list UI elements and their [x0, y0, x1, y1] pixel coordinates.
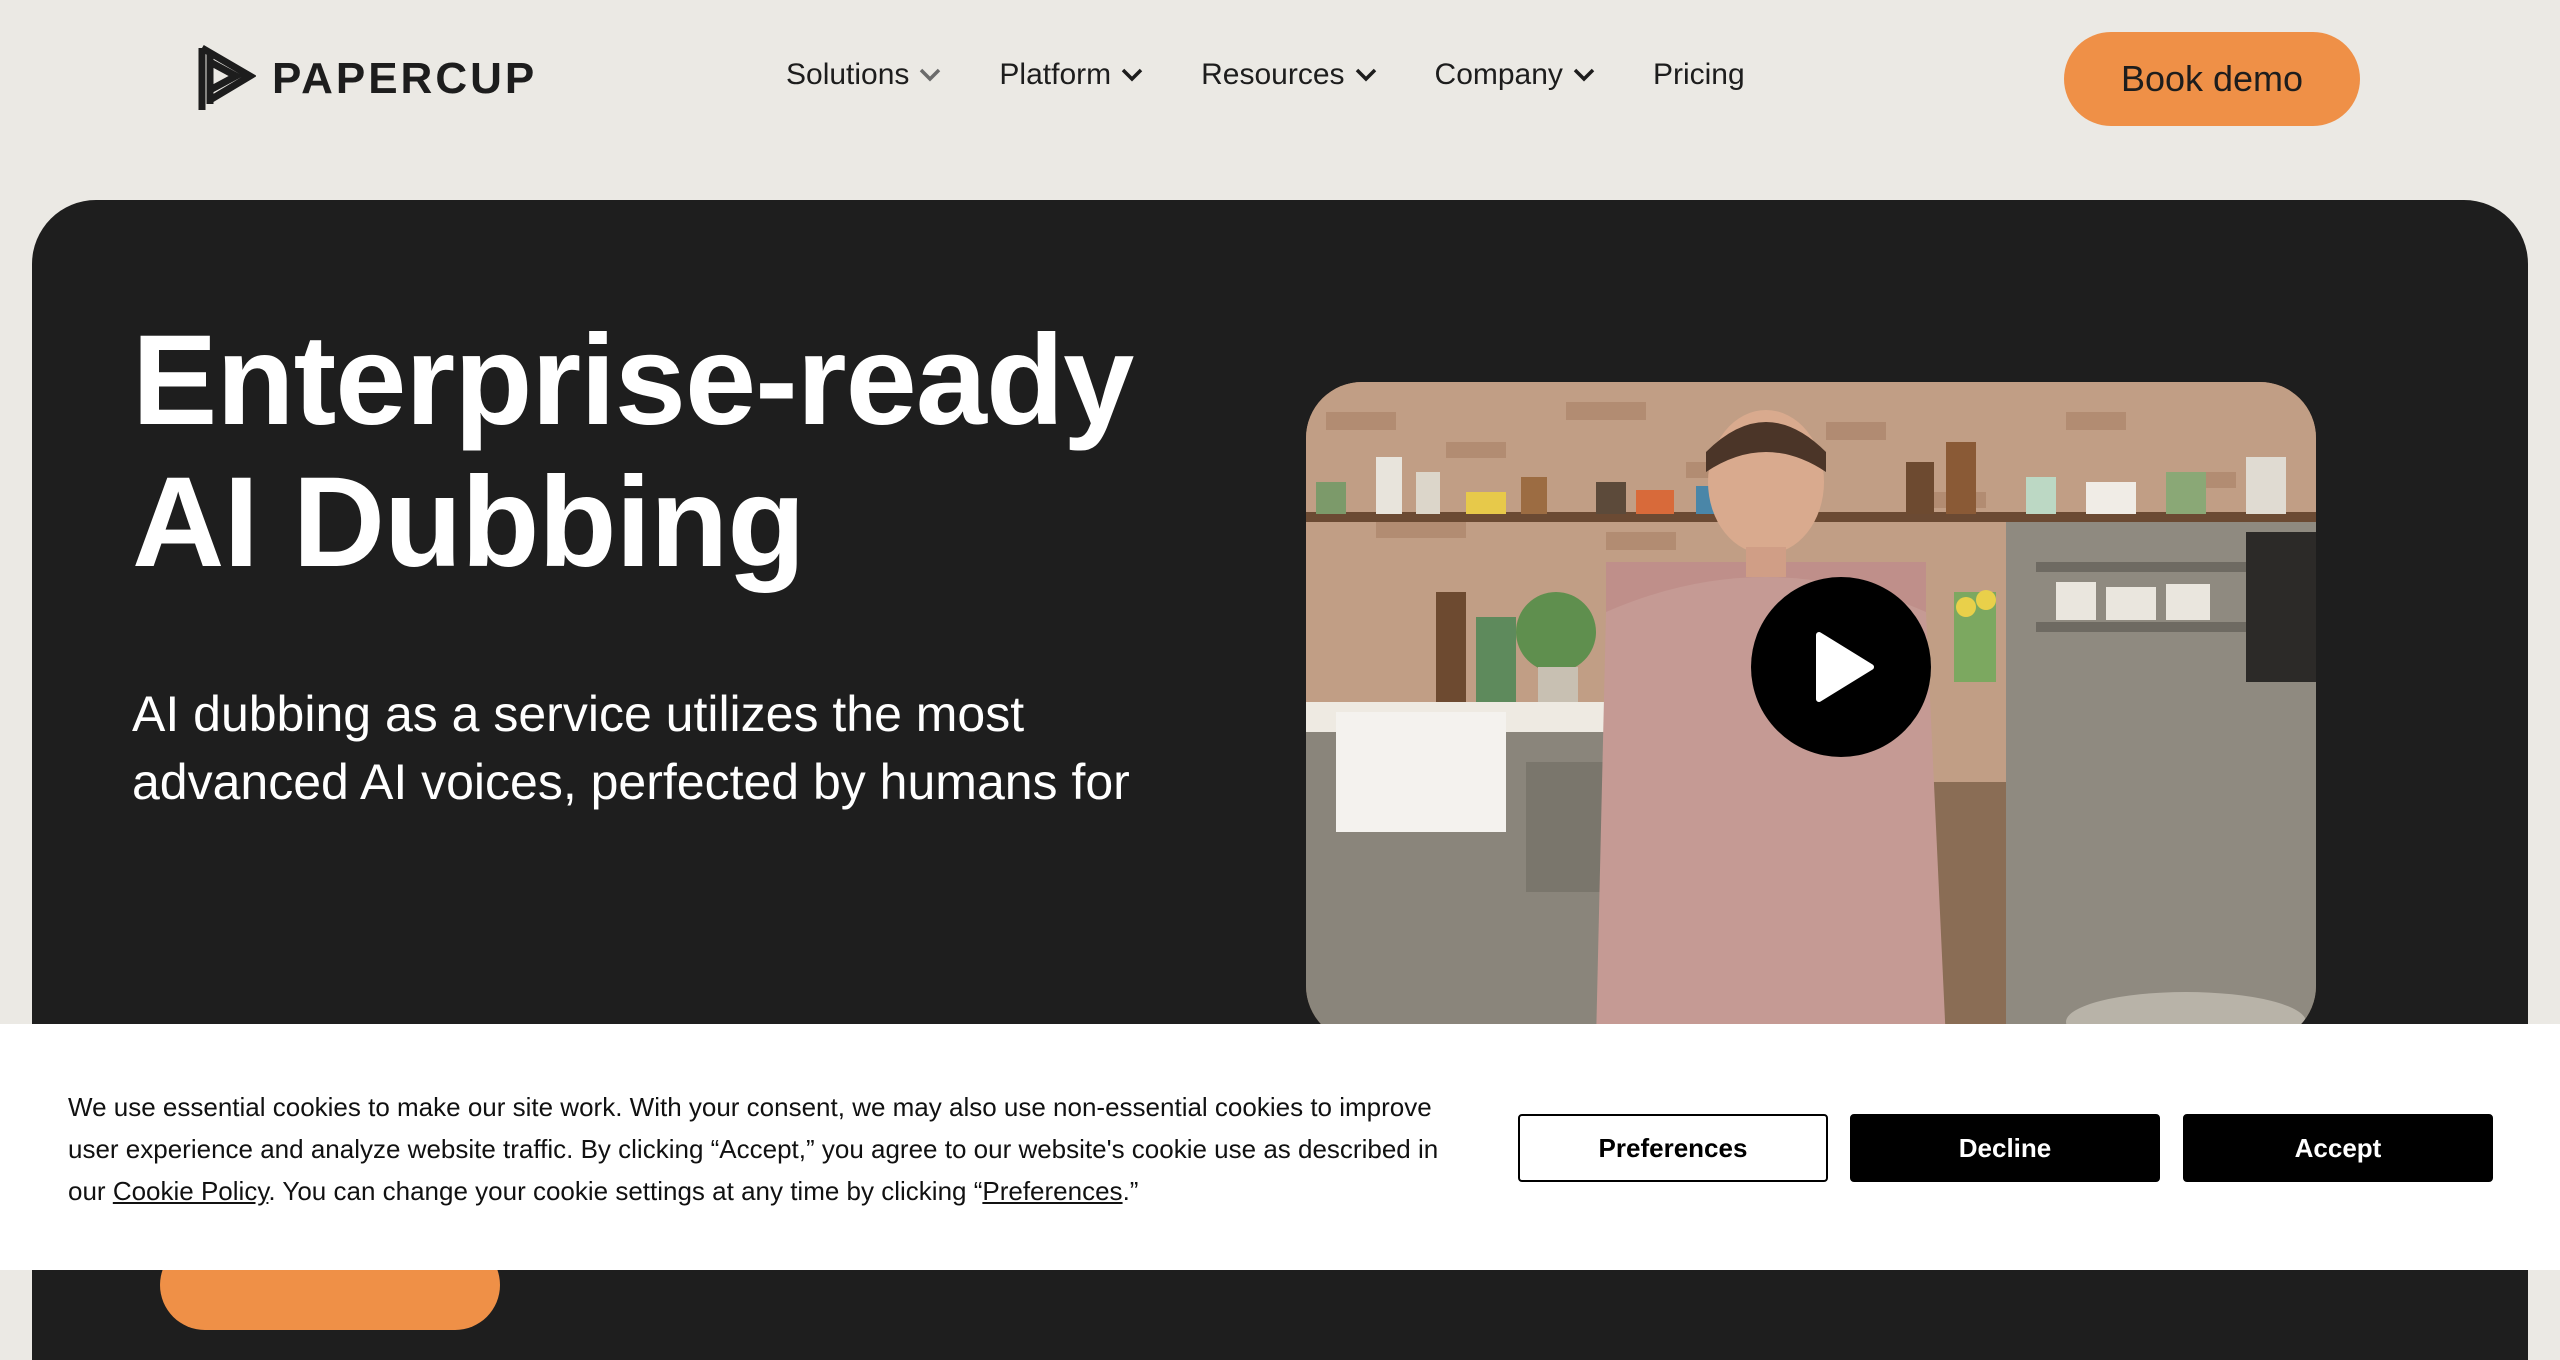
cookie-banner: We use essential cookies to make our sit…	[0, 1024, 2560, 1270]
nav-platform-label: Platform	[999, 58, 1112, 91]
nav-company-label: Company	[1434, 58, 1563, 91]
accept-button[interactable]: Accept	[2183, 1114, 2493, 1182]
papercup-logo[interactable]: PAPERCUP	[198, 44, 537, 114]
hero-video[interactable]	[1306, 382, 2316, 1042]
site-header: PAPERCUP Solutions Platform Resources Co…	[0, 0, 2560, 160]
chevron-down-icon	[1121, 68, 1143, 82]
preferences-link[interactable]: Preferences	[982, 1176, 1122, 1206]
cookie-text-part-2: . You can change your cookie settings at…	[268, 1176, 983, 1206]
papercup-logo-icon	[198, 44, 256, 110]
nav-platform[interactable]: Platform	[999, 58, 1143, 92]
nav-solutions-label: Solutions	[786, 58, 910, 91]
logo-wordmark: PAPERCUP	[272, 54, 538, 103]
chevron-down-icon	[1355, 68, 1376, 82]
play-button[interactable]	[1751, 577, 1931, 757]
decline-button[interactable]: Decline	[1850, 1114, 2160, 1182]
play-icon	[1816, 632, 1874, 702]
cookie-banner-text: We use essential cookies to make our sit…	[68, 1086, 1468, 1212]
book-demo-button[interactable]: Book demo	[2064, 32, 2360, 126]
chevron-down-icon	[1573, 68, 1595, 82]
main-nav: Solutions Platform Resources Company Pri…	[786, 58, 1745, 92]
nav-pricing-label: Pricing	[1652, 58, 1745, 91]
preferences-button[interactable]: Preferences	[1518, 1114, 1828, 1182]
nav-resources[interactable]: Resources	[1201, 58, 1376, 92]
nav-company[interactable]: Company	[1435, 58, 1595, 92]
nav-resources-label: Resources	[1201, 58, 1345, 91]
hero-title-line-2: AI Dubbing	[132, 451, 805, 594]
hero-subtitle: AI dubbing as a service utilizes the mos…	[132, 686, 1130, 810]
cookie-policy-link[interactable]: Cookie Policy	[113, 1176, 269, 1206]
cookie-text-part-3: .”	[1122, 1176, 1139, 1206]
nav-pricing[interactable]: Pricing	[1653, 58, 1745, 92]
chevron-down-icon	[920, 68, 941, 82]
hero-title: Enterprise-ready AI Dubbing	[132, 310, 1232, 594]
hero-title-line-1: Enterprise-ready	[132, 309, 1134, 452]
nav-solutions[interactable]: Solutions	[786, 58, 941, 92]
